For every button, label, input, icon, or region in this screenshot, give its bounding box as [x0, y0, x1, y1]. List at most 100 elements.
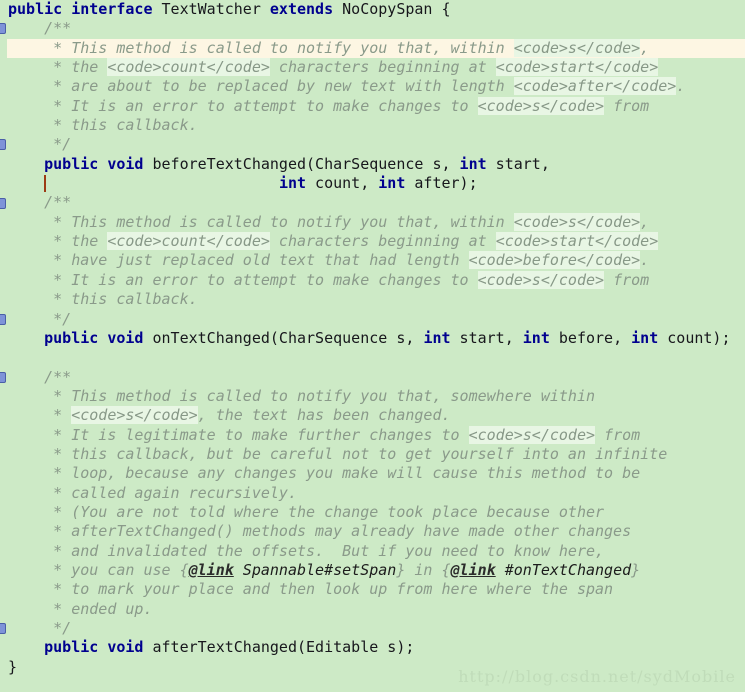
code-token-kw: int — [522, 328, 550, 347]
code-token-cmt: * this callback, but be careful not to g… — [8, 444, 668, 463]
code-token-cmt: * ended up. — [8, 599, 153, 618]
code-line[interactable]: * This method is called to notify you th… — [0, 387, 745, 406]
code-line[interactable]: /** — [0, 368, 745, 387]
code-token-cmt: characters beginning at — [269, 232, 496, 251]
code-line[interactable]: public void beforeTextChanged(CharSequen… — [0, 155, 745, 174]
code-line[interactable]: * this callback, but be careful not to g… — [0, 445, 745, 464]
code-line-text: * the <code>count</code> characters begi… — [8, 58, 659, 77]
code-line[interactable]: * the <code>count</code> characters begi… — [0, 232, 745, 251]
code-line[interactable]: * to mark your place and then look up fr… — [0, 580, 745, 599]
code-token-cmt: * this callback. — [8, 116, 198, 135]
code-lines-container[interactable]: public interface TextWatcher extends NoC… — [0, 0, 745, 677]
code-line[interactable]: * This method is called to notify you th… — [0, 38, 745, 59]
code-line-text: } — [8, 658, 17, 677]
code-token-jdoc-ref: Spannable#setSpan — [233, 560, 397, 579]
code-line[interactable]: * It is legitimate to make further chang… — [0, 425, 745, 445]
code-line[interactable]: * ended up. — [0, 600, 745, 619]
code-line[interactable]: /** — [0, 193, 745, 212]
code-token-id: after); — [405, 174, 478, 193]
code-line-text: public void beforeTextChanged(CharSequen… — [8, 155, 550, 174]
code-line-text: * This method is called to notify you th… — [8, 387, 595, 406]
code-token-cmt-code: <code>start</code> — [495, 58, 659, 77]
code-line[interactable]: * (You are not told where the change too… — [0, 503, 745, 522]
code-token-cmt: } — [631, 560, 641, 579]
code-token-kw: public — [44, 154, 99, 173]
code-line[interactable]: */ — [0, 135, 745, 154]
code-token-kw: int — [423, 328, 451, 347]
code-line[interactable]: */ — [0, 310, 745, 329]
fold-marker-gutter[interactable] — [0, 0, 7, 692]
code-token-cmt: * It is legitimate to make further chang… — [8, 425, 469, 444]
code-fold-marker[interactable] — [0, 313, 6, 325]
code-token-id: afterTextChanged(Editable s); — [143, 638, 415, 657]
code-line[interactable] — [0, 348, 745, 367]
code-token-cmt: /** — [8, 367, 72, 386]
code-token-cmt-code: <code>after</code> — [513, 77, 677, 96]
code-token-cmt-code: <code>s</code> — [477, 270, 605, 289]
code-line-text: /** — [8, 368, 71, 387]
code-token-cmt: * called again recursively. — [8, 483, 297, 502]
code-token-id — [62, 0, 71, 18]
code-fold-marker[interactable] — [0, 371, 6, 383]
code-token-cmt: * the — [8, 232, 108, 251]
code-token-cmt: * the — [8, 58, 108, 77]
code-token-cmt-code: <code>s</code> — [477, 96, 605, 115]
code-fold-marker[interactable] — [0, 623, 6, 635]
code-line[interactable]: public void onTextChanged(CharSequence s… — [0, 329, 745, 348]
code-line[interactable]: * are about to be replaced by new text w… — [0, 77, 745, 96]
code-fold-marker[interactable] — [0, 197, 6, 209]
code-token-cmt: * (You are not told where the change too… — [8, 502, 605, 521]
code-token-cmt-code: <code>start</code> — [495, 232, 659, 251]
code-line[interactable]: /** — [0, 19, 745, 38]
code-token-cmt: from — [595, 425, 641, 444]
code-token-kw: int — [278, 174, 307, 193]
code-line[interactable]: * It is an error to attempt to make chan… — [0, 96, 745, 116]
code-line[interactable]: * <code>s</code>, the text has been chan… — [0, 406, 745, 425]
code-line[interactable]: * the <code>count</code> characters begi… — [0, 58, 745, 77]
code-token-cmt-code: <code>s</code> — [71, 406, 198, 425]
code-line-text: * (You are not told where the change too… — [8, 503, 604, 522]
code-token-kw: extends — [269, 0, 334, 18]
code-token-id: start, — [450, 328, 523, 347]
code-token-cmt: * are about to be replaced by new text w… — [8, 77, 514, 96]
code-line[interactable]: * called again recursively. — [0, 484, 745, 503]
code-line[interactable]: * and invalidated the offsets. But if yo… — [0, 542, 745, 561]
code-line[interactable]: * this callback. — [0, 116, 745, 135]
code-line-text: * It is legitimate to make further chang… — [8, 425, 641, 445]
code-line-text: * afterTextChanged() methods may already… — [8, 522, 631, 541]
code-line[interactable]: * this callback. — [0, 290, 745, 309]
code-token-kw: int — [378, 174, 406, 193]
code-fold-marker[interactable] — [0, 23, 6, 35]
code-token-cmt: , — [640, 212, 650, 231]
code-line-text: */ — [8, 135, 71, 154]
code-line-text: * you can use {@link Spannable#setSpan} … — [8, 561, 640, 580]
code-token-id: count, — [306, 174, 379, 193]
code-line[interactable]: public interface TextWatcher extends NoC… — [0, 0, 745, 19]
code-line[interactable]: public void afterTextChanged(Editable s)… — [0, 638, 745, 657]
code-token-kw: public — [8, 0, 63, 18]
code-token-cmt: /** — [8, 193, 72, 212]
code-token-kw: int — [459, 154, 487, 173]
code-line[interactable]: * It is an error to attempt to make chan… — [0, 270, 745, 290]
code-line[interactable]: * This method is called to notify you th… — [0, 212, 745, 232]
code-token-cmt: * It is an error to attempt to make chan… — [8, 270, 478, 289]
code-token-id: before, — [549, 328, 632, 347]
code-token-cmt: * to mark your place and then look up fr… — [8, 580, 614, 599]
code-line-text: * are about to be replaced by new text w… — [8, 77, 685, 96]
code-token-cmt: * loop, because any changes you make wil… — [8, 464, 641, 483]
code-token-cmt: * have just replaced old text that had l… — [8, 251, 469, 270]
code-line-text: * this callback. — [8, 290, 198, 309]
code-line[interactable]: * loop, because any changes you make wil… — [0, 464, 745, 483]
code-line[interactable]: int count, int after); — [0, 174, 745, 193]
code-line-text: */ — [8, 310, 71, 329]
code-line[interactable]: */ — [0, 619, 745, 638]
code-token-cmt: * It is an error to attempt to make chan… — [8, 96, 478, 115]
code-line[interactable]: * you can use {@link Spannable#setSpan} … — [0, 561, 745, 580]
code-line[interactable]: * have just replaced old text that had l… — [0, 251, 745, 270]
code-editor[interactable]: public interface TextWatcher extends NoC… — [0, 0, 745, 692]
code-line-text: * It is an error to attempt to make chan… — [8, 96, 649, 116]
code-line-text: /** — [8, 19, 71, 38]
code-line[interactable]: * afterTextChanged() methods may already… — [0, 522, 745, 541]
code-token-cmt: * and invalidated the offsets. But if yo… — [8, 541, 605, 560]
code-fold-marker[interactable] — [0, 139, 6, 151]
